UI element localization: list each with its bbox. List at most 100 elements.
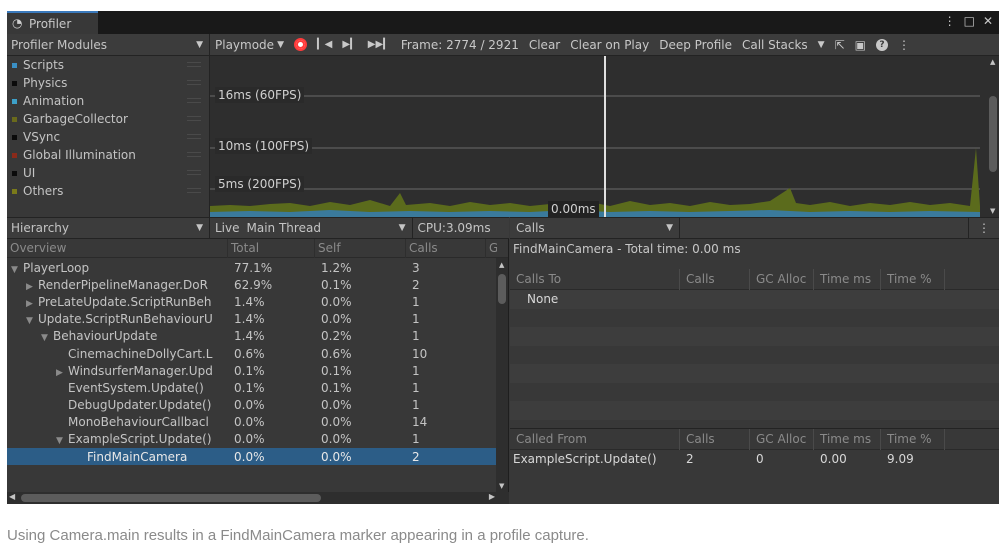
hierarchy-row[interactable]: DebugUpdater.Update() 0.0% 0.0% 1 [7, 397, 508, 414]
collapsed-arrow-icon[interactable]: ▶ [26, 282, 38, 292]
scroll-up-icon[interactable]: ▲ [990, 58, 995, 66]
drag-handle[interactable] [187, 116, 201, 121]
cpu-timeline-graph[interactable]: 16ms (60FPS) 10ms (100FPS) 5ms (200FPS) … [210, 56, 987, 217]
clear-button[interactable]: Clear [524, 34, 565, 56]
column-calls[interactable]: Calls [406, 238, 486, 258]
column-calls[interactable]: Calls [680, 428, 750, 450]
more-options-icon[interactable]: ⋮ [944, 14, 956, 28]
hierarchy-row[interactable]: ▼ Update.ScriptRunBehaviourU 1.4% 0.0% 1 [7, 311, 508, 328]
hierarchy-hscroll[interactable]: ◀ ▶ [7, 492, 509, 504]
hierarchy-toolbar: Hierarchy ▼ Live Main Thread ▼ CPU:3.09m… [7, 217, 509, 239]
legend-label: Animation [23, 93, 85, 108]
hierarchy-vscroll[interactable]: ▲ ▼ [496, 258, 508, 492]
last-frame-icon: ▶▶▎ [367, 39, 391, 50]
current-frame-button[interactable]: ▶▶▎ [363, 34, 396, 56]
hierarchy-row[interactable]: ▼ PlayerLoop 77.1% 1.2% 3 [7, 259, 508, 276]
scroll-left-icon[interactable]: ◀ [9, 492, 15, 501]
hierarchy-total-cell: 0.1% [234, 380, 265, 395]
scroll-up-icon[interactable]: ▲ [499, 261, 504, 269]
legend-item-others[interactable]: Others [7, 182, 209, 200]
column-self[interactable]: Self [315, 238, 406, 258]
column-calls[interactable]: Calls [680, 268, 750, 290]
maximize-icon[interactable]: □ [964, 14, 975, 28]
hierarchy-row[interactable]: ▶ WindsurferManager.Upd 0.1% 0.1% 1 [7, 362, 508, 379]
drag-handle[interactable] [187, 188, 201, 193]
column-overview[interactable]: Overview [7, 238, 228, 258]
scrollbar-thumb[interactable] [498, 274, 506, 304]
legend-label: GarbageCollector [23, 111, 128, 126]
column-called-from[interactable]: Called From [510, 428, 680, 450]
profiler-tab[interactable]: ◔ Profiler [7, 11, 98, 34]
column-gc[interactable]: G [486, 239, 497, 258]
load-button[interactable]: ⇱ [830, 34, 850, 56]
column-time-ms[interactable]: Time ms [814, 428, 881, 450]
hierarchy-row[interactable]: FindMainCamera 0.0% 0.0% 2 [7, 448, 508, 466]
expanded-arrow-icon[interactable]: ▼ [56, 436, 68, 446]
legend-item-animation[interactable]: Animation [7, 92, 209, 110]
collapsed-arrow-icon[interactable]: ▶ [26, 299, 38, 309]
scrollbar-thumb[interactable] [21, 494, 321, 502]
hierarchy-self-cell: 1.2% [321, 260, 352, 275]
expanded-arrow-icon[interactable]: ▼ [11, 265, 23, 275]
chart-legend: Scripts Physics Animation GarbageCollect… [7, 56, 210, 217]
playmode-dropdown[interactable]: Playmode ▼ [210, 34, 289, 56]
first-frame-button[interactable]: ▎◀ [312, 34, 337, 56]
calls-more-button[interactable]: ⋮ [968, 217, 999, 239]
tab-title: Profiler [29, 16, 72, 31]
clear-on-play-button[interactable]: Clear on Play [565, 34, 654, 56]
call-stacks-button[interactable]: Call Stacks [737, 34, 813, 56]
hierarchy-name-cell: ▶ PreLateUpdate.ScriptRunBeh [7, 295, 228, 309]
drag-handle[interactable] [187, 80, 201, 85]
drag-handle[interactable] [187, 98, 201, 103]
save-button[interactable]: ▣ [850, 34, 871, 56]
column-gc-alloc[interactable]: GC Alloc [750, 428, 814, 450]
column-total[interactable]: Total [228, 238, 315, 258]
column-calls-to[interactable]: Calls To [510, 268, 680, 290]
hierarchy-row[interactable]: MonoBehaviourCallbacl 0.0% 0.0% 14 [7, 414, 508, 431]
collapsed-arrow-icon[interactable]: ▶ [56, 368, 68, 378]
scroll-down-icon[interactable]: ▼ [990, 207, 995, 215]
hierarchy-row[interactable]: EventSystem.Update() 0.1% 0.1% 1 [7, 379, 508, 396]
record-button[interactable] [289, 34, 312, 56]
thread-dropdown[interactable]: Main Thread ▼ [245, 217, 413, 239]
legend-item-physics[interactable]: Physics [7, 74, 209, 92]
graph-vertical-scrollbar[interactable]: ▲ ▼ [987, 56, 999, 217]
expanded-arrow-icon[interactable]: ▼ [26, 316, 38, 326]
hierarchy-row[interactable]: ▶ RenderPipelineManager.DoR 62.9% 0.1% 2 [7, 276, 508, 293]
scrollbar-thumb[interactable] [989, 96, 997, 172]
hierarchy-row[interactable]: ▼ BehaviourUpdate 1.4% 0.2% 1 [7, 328, 508, 345]
column-gc-alloc[interactable]: GC Alloc [750, 268, 814, 290]
table-row[interactable]: ExampleScript.Update() 2 0 0.00 9.09 [510, 450, 999, 469]
close-icon[interactable]: ✕ [983, 14, 993, 28]
legend-item-garbagecollector[interactable]: GarbageCollector [7, 110, 209, 128]
scroll-right-icon[interactable]: ▶ [489, 492, 495, 501]
expanded-arrow-icon[interactable]: ▼ [41, 333, 53, 343]
table-row[interactable]: None [510, 290, 999, 309]
drag-handle[interactable] [187, 152, 201, 157]
legend-item-scripts[interactable]: Scripts [7, 56, 209, 74]
column-time-ms[interactable]: Time ms [814, 268, 881, 290]
legend-item-vsync[interactable]: VSync [7, 128, 209, 146]
profiler-modules-dropdown[interactable]: Profiler Modules ▼ [7, 33, 210, 56]
legend-item-ui[interactable]: UI [7, 164, 209, 182]
drag-handle[interactable] [187, 134, 201, 139]
deep-profile-button[interactable]: Deep Profile [654, 34, 737, 56]
cursor-value-label: 0.00ms [548, 201, 599, 217]
toolbar-more-button[interactable]: ⋮ [893, 34, 915, 56]
hierarchy-row[interactable]: CinemachineDollyCart.L 0.6% 0.6% 10 [7, 345, 508, 362]
hierarchy-row[interactable]: ▶ PreLateUpdate.ScriptRunBeh 1.4% 0.0% 1 [7, 293, 508, 310]
drag-handle[interactable] [187, 170, 201, 175]
legend-swatch [12, 152, 17, 158]
scroll-down-icon[interactable]: ▼ [499, 482, 504, 490]
call-stacks-dropdown[interactable]: ▼ [813, 34, 830, 56]
calls-dropdown[interactable]: Calls ▼ [510, 217, 680, 239]
legend-item-global-illumination[interactable]: Global Illumination [7, 146, 209, 164]
column-time-pct[interactable]: Time % [881, 268, 945, 290]
next-frame-button[interactable]: ▶▎ [337, 34, 362, 56]
drag-handle[interactable] [187, 62, 201, 67]
help-button[interactable]: ? [871, 34, 893, 56]
column-time-pct[interactable]: Time % [881, 428, 945, 450]
view-type-dropdown[interactable]: Hierarchy ▼ [7, 217, 210, 239]
live-toggle[interactable]: Live [210, 221, 245, 235]
hierarchy-row[interactable]: ▼ ExampleScript.Update() 0.0% 0.0% 1 [7, 431, 508, 448]
